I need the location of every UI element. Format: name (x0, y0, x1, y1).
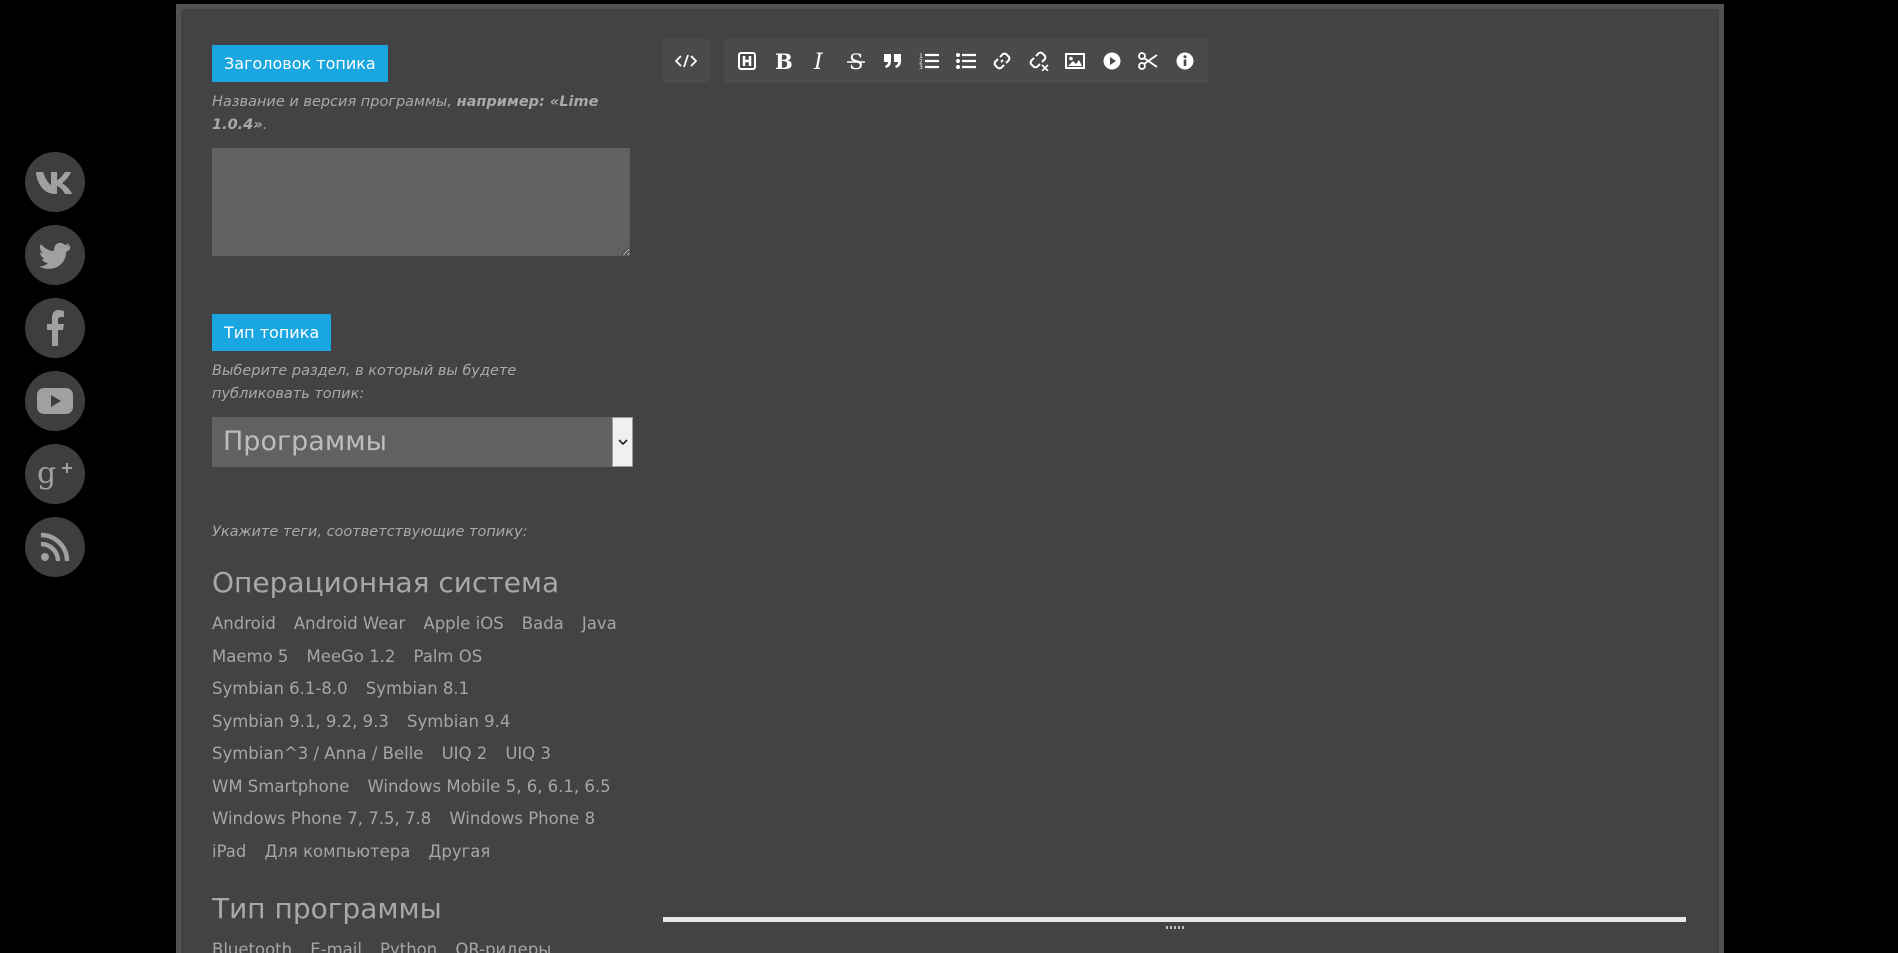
tag-symbian-3[interactable]: Symbian^3 / Anna / Belle (212, 738, 423, 771)
youtube-icon (37, 388, 73, 414)
bold-icon: B (775, 51, 792, 71)
resize-grip-icon (1166, 926, 1184, 929)
google-plus-button[interactable]: g (25, 444, 85, 504)
italic-button[interactable]: I (802, 39, 839, 83)
main-panel: Заголовок топика Название и версия прогр… (176, 4, 1724, 953)
svg-text:g: g (37, 457, 56, 491)
twitter-icon (39, 242, 70, 269)
rss-icon (40, 532, 70, 562)
rss-button[interactable] (25, 517, 85, 577)
tag-android-wear[interactable]: Android Wear (294, 608, 405, 641)
tag-list-os: Android Android Wear Apple iOS Bada Java… (212, 608, 637, 868)
unordered-list-button[interactable] (948, 39, 985, 83)
svg-text:S: S (849, 51, 863, 71)
strike-icon: S (847, 51, 866, 71)
quote-button[interactable] (875, 39, 912, 83)
tag-uiq-2[interactable]: UIQ 2 (442, 738, 488, 771)
tag-symbian-9-4[interactable]: Symbian 9.4 (407, 706, 510, 739)
image-icon (1065, 53, 1086, 69)
video-button[interactable] (1094, 39, 1131, 83)
editor-bottom-border (663, 917, 1686, 922)
tag-windows-phone-8[interactable]: Windows Phone 8 (449, 803, 595, 836)
page: g Заголовок топика Название и версия про… (0, 0, 1898, 953)
tag-symbian-9-1[interactable]: Symbian 9.1, 9.2, 9.3 (212, 706, 389, 739)
info-icon (1176, 52, 1194, 70)
svg-text:I: I (813, 51, 824, 71)
type-hint: Выберите раздел, в который вы будете пуб… (212, 363, 517, 402)
image-button[interactable] (1057, 39, 1094, 83)
social-bar: g (25, 152, 85, 590)
tag-python[interactable]: Python (380, 934, 437, 953)
category-title-program-type: Тип программы (212, 892, 442, 925)
strike-button[interactable]: S (838, 39, 875, 83)
info-button[interactable] (1167, 39, 1204, 83)
editor-resize-grip[interactable] (1165, 924, 1185, 932)
tag-palm-os[interactable]: Palm OS (414, 641, 483, 674)
title-input[interactable] (212, 148, 630, 256)
tag-ipad[interactable]: iPad (212, 836, 246, 869)
facebook-button[interactable] (25, 298, 85, 358)
toolbar-group-format: B I S 1 2 3 (723, 39, 1208, 83)
editor-toolbar: B I S 1 2 3 (663, 39, 1686, 83)
toolbar-group-source (663, 39, 710, 83)
link-icon (993, 52, 1011, 70)
unlink-button[interactable] (1021, 39, 1058, 83)
heading-icon (737, 52, 756, 70)
title-label: Заголовок топика (212, 45, 388, 82)
type-label: Тип топика (212, 314, 332, 351)
tag-meego[interactable]: MeeGo 1.2 (307, 641, 396, 674)
chevron-down-icon (617, 438, 628, 445)
tag-uiq-3[interactable]: UIQ 3 (505, 738, 551, 771)
svg-text:B: B (775, 51, 792, 71)
tag-android[interactable]: Android (212, 608, 276, 641)
type-select[interactable]: Программы (212, 417, 633, 467)
video-icon (1103, 52, 1121, 70)
vk-icon (36, 172, 72, 194)
unordered-list-icon (955, 53, 976, 69)
vk-button[interactable] (25, 152, 85, 212)
tag-bada[interactable]: Bada (522, 608, 564, 641)
type-select-arrow[interactable] (612, 417, 633, 467)
tag-symbian-8[interactable]: Symbian 8.1 (366, 673, 469, 706)
tags-hint: Укажите теги, соответствующие топику: (212, 524, 528, 540)
tag-java[interactable]: Java (582, 608, 617, 641)
link-button[interactable] (984, 39, 1021, 83)
tag-desktop[interactable]: Для компьютера (264, 836, 410, 869)
quote-icon (883, 54, 901, 68)
tag-windows-mobile[interactable]: Windows Mobile 5, 6, 6.1, 6.5 (367, 771, 610, 804)
editor-content-area[interactable] (663, 83, 1686, 900)
type-select-value: Программы (212, 417, 612, 467)
ordered-list-button[interactable]: 1 2 3 (911, 39, 948, 83)
text-editor: B I S 1 2 3 (663, 39, 1686, 900)
youtube-button[interactable] (25, 371, 85, 431)
tag-windows-phone-7[interactable]: Windows Phone 7, 7.5, 7.8 (212, 803, 431, 836)
facebook-icon (47, 310, 64, 346)
bold-button[interactable]: B (765, 39, 802, 83)
type-section: Тип топика (212, 314, 637, 351)
category-title-os: Операционная система (212, 566, 560, 599)
tag-qr-readers[interactable]: QR-ридеры (455, 934, 551, 953)
ordered-list-icon: 1 2 3 (919, 53, 940, 70)
tag-symbian-6[interactable]: Symbian 6.1-8.0 (212, 673, 348, 706)
tag-bluetooth[interactable]: Bluetooth (212, 934, 292, 953)
tag-apple-ios[interactable]: Apple iOS (423, 608, 503, 641)
tag-wm-smartphone[interactable]: WM Smartphone (212, 771, 349, 804)
google-plus-icon: g (37, 457, 72, 491)
unlink-icon (1029, 51, 1049, 71)
twitter-button[interactable] (25, 225, 85, 285)
cut-button[interactable] (1130, 39, 1167, 83)
tag-email[interactable]: E-mail (310, 934, 362, 953)
italic-icon: I (813, 51, 824, 71)
tag-other[interactable]: Другая (428, 836, 490, 869)
panel-inner: Заголовок топика Название и версия прогр… (181, 9, 1719, 953)
code-icon (675, 54, 698, 68)
tag-maemo[interactable]: Maemo 5 (212, 641, 288, 674)
source-button[interactable] (668, 39, 705, 83)
svg-text:3: 3 (919, 64, 923, 70)
cut-icon (1138, 52, 1158, 70)
topic-form: Заголовок топика Название и версия прогр… (212, 45, 637, 953)
title-hint: Название и версия программы, например: «… (212, 94, 599, 133)
tag-list-program-type: Bluetooth E-mail Python QR-ридеры (212, 934, 637, 953)
heading-button[interactable] (729, 39, 766, 83)
